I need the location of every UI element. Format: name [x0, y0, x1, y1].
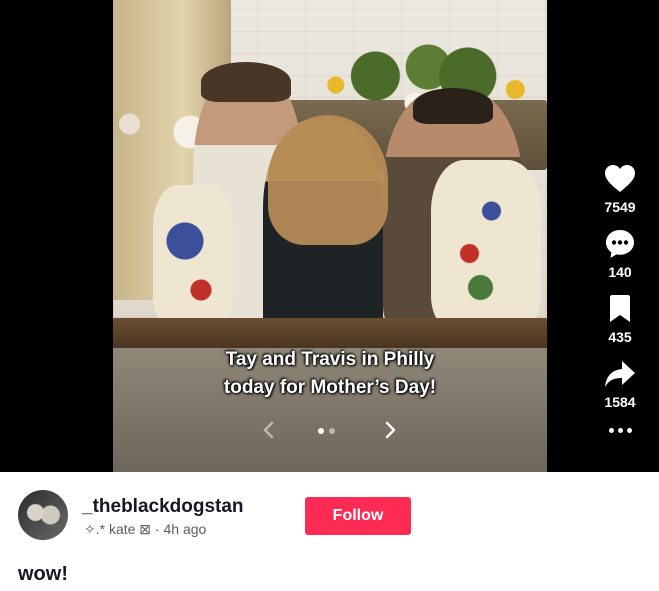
- post-description: wow!: [18, 563, 68, 585]
- comment-count: 140: [608, 264, 632, 280]
- video-caption-line2: today for Mother’s Day!: [223, 377, 437, 398]
- post-info-panel: _theblackdogstan ✧.* kate ⊠ · 4h ago Fol…: [0, 472, 659, 591]
- share-button[interactable]: 1584: [590, 357, 650, 410]
- more-options-button[interactable]: [590, 428, 650, 433]
- chevron-right-icon: [385, 421, 396, 439]
- video-frame[interactable]: Tay and Travis in Philly today for Mothe…: [113, 0, 547, 472]
- share-count: 1584: [604, 394, 636, 410]
- like-button[interactable]: 7549: [590, 162, 650, 215]
- comment-icon: [603, 227, 637, 261]
- carousel-dot-1[interactable]: [318, 428, 324, 434]
- photo-person-middle-hair: [268, 115, 388, 245]
- photo-person-right-hair: [413, 88, 493, 124]
- follow-button[interactable]: Follow: [305, 497, 411, 535]
- author-subline: ✧.* kate ⊠ · 4h ago: [84, 521, 207, 537]
- chevron-left-icon: [263, 421, 274, 439]
- author-username[interactable]: _theblackdogstan: [82, 496, 244, 518]
- carousel-next-button[interactable]: [378, 418, 402, 442]
- action-bar: 7549 140 435 1584: [590, 162, 650, 433]
- more-icon: [608, 428, 614, 433]
- save-button[interactable]: 435: [590, 292, 650, 345]
- carousel-prev-button[interactable]: [257, 418, 281, 442]
- photo-bar-rail: [113, 318, 547, 348]
- video-caption-line1: Tay and Travis in Philly: [225, 349, 435, 370]
- carousel-indicator: [318, 428, 335, 434]
- share-icon: [603, 357, 637, 391]
- video-player[interactable]: Tay and Travis in Philly today for Mothe…: [0, 0, 659, 472]
- like-count: 7549: [604, 199, 636, 215]
- avatar[interactable]: [18, 490, 68, 540]
- heart-icon: [603, 162, 637, 196]
- photo-pitcher-right: [431, 160, 541, 330]
- bookmark-icon: [603, 292, 637, 326]
- photo-pitcher-left: [153, 185, 233, 325]
- photo-person-left-hair: [201, 62, 291, 102]
- carousel-dot-2[interactable]: [329, 428, 335, 434]
- save-count: 435: [608, 329, 632, 345]
- comment-button[interactable]: 140: [590, 227, 650, 280]
